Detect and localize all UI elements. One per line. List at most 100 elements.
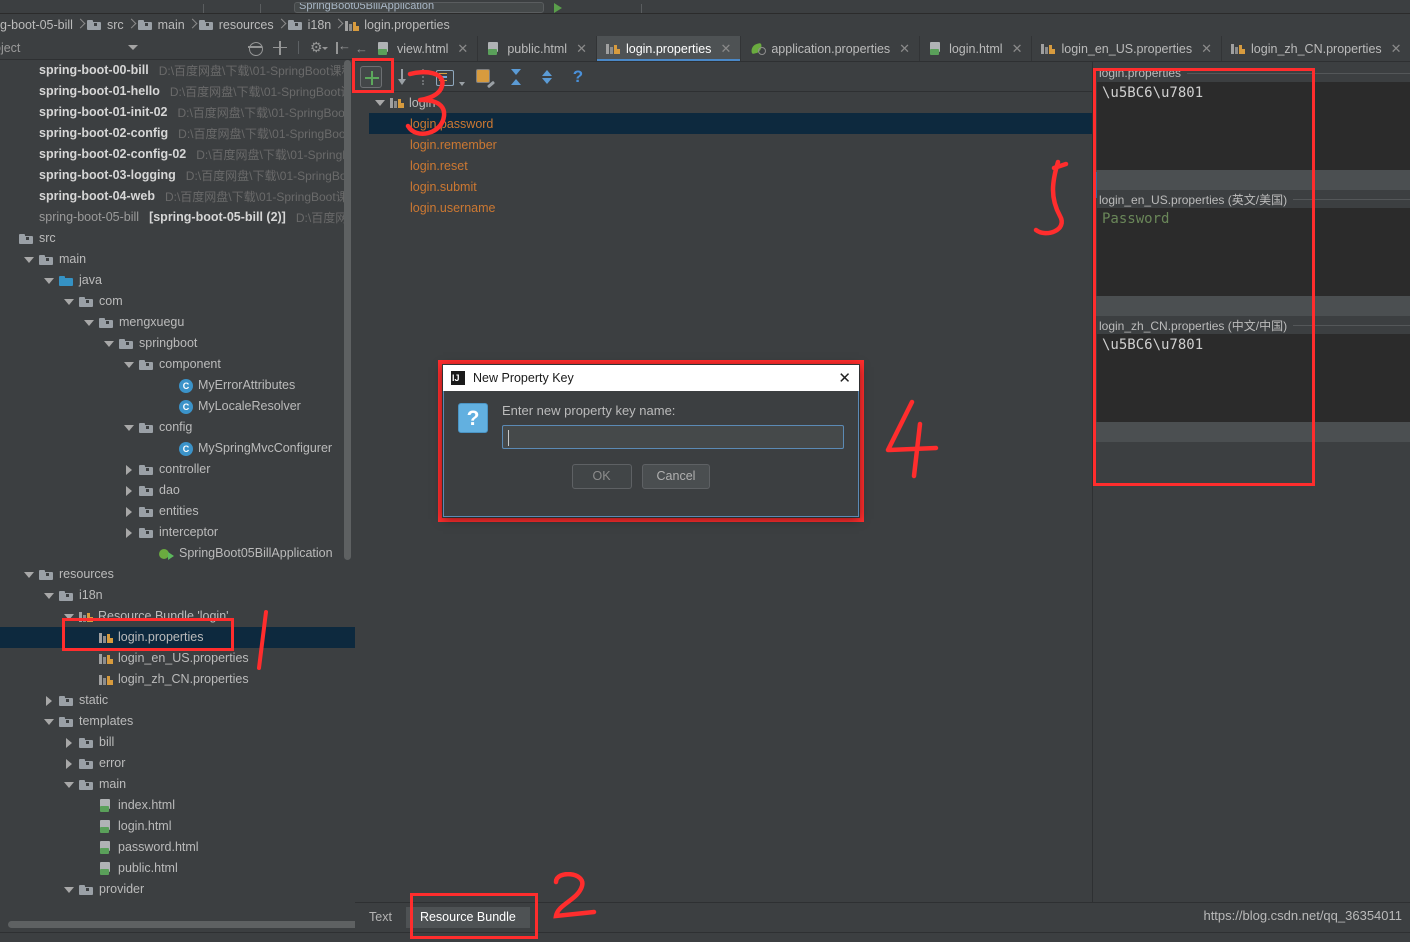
tree-row[interactable]: templates [0, 711, 355, 732]
close-icon[interactable]: ✕ [457, 42, 468, 55]
tree-row[interactable]: public.html [0, 858, 355, 879]
tree-row[interactable]: login_zh_CN.properties [0, 669, 355, 690]
tree-row[interactable]: SpringBoot05BillApplication [0, 543, 355, 564]
tree-row[interactable]: login_en_US.properties [0, 648, 355, 669]
ok-button[interactable]: OK [571, 464, 632, 489]
tree-row[interactable]: main [0, 774, 355, 795]
sort-descending-icon[interactable] [391, 66, 413, 88]
tree-row[interactable]: spring-boot-00-bill D:\百度网盘\下载\01-SpringB… [0, 60, 355, 81]
chevron-down-icon[interactable] [43, 716, 54, 727]
chevron-right-icon[interactable] [123, 485, 134, 496]
tree-row[interactable]: main [0, 249, 355, 270]
tree-row[interactable]: login.html [0, 816, 355, 837]
search-everywhere-icon[interactable] [698, 4, 711, 13]
close-icon[interactable]: ✕ [899, 42, 910, 55]
tree-row[interactable]: java [0, 270, 355, 291]
property-key-input[interactable] [502, 425, 844, 449]
chevron-down-icon[interactable] [83, 317, 94, 328]
property-key-row[interactable]: login.submit [369, 176, 1093, 197]
cancel-button[interactable]: Cancel [641, 464, 711, 489]
settings-gear-icon[interactable] [310, 39, 328, 56]
view-tab-text[interactable]: Text [355, 907, 406, 928]
tree-row[interactable]: entities [0, 501, 355, 522]
tree-row[interactable]: interceptor [0, 522, 355, 543]
tree-row[interactable]: i18n [0, 585, 355, 606]
chevron-down-icon[interactable] [43, 275, 54, 286]
tree-row[interactable]: dao [0, 480, 355, 501]
property-key-row[interactable]: login.reset [369, 155, 1093, 176]
chevron-right-icon[interactable] [63, 758, 74, 769]
editor-tab-login-html[interactable]: login.html ✕ [920, 36, 1033, 61]
build-icon[interactable] [271, 4, 284, 13]
run-icon[interactable] [554, 3, 562, 13]
chevron-down-icon[interactable] [63, 884, 74, 895]
stop-icon[interactable] [618, 4, 631, 13]
tree-row[interactable]: spring-boot-03-logging D:\百度网盘\下载\01-Spri… [0, 165, 355, 186]
chevron-right-icon[interactable] [63, 737, 74, 748]
tree-row[interactable]: static [0, 690, 355, 711]
hide-panel-icon[interactable] [335, 38, 351, 55]
tree-row[interactable]: resources [0, 564, 355, 585]
project-tree-hscrollbar[interactable] [8, 921, 408, 928]
tree-row[interactable]: spring-boot-02-config-02 D:\百度网盘\下载\01-Sp… [0, 144, 355, 165]
close-icon[interactable]: ✕ [1201, 42, 1212, 55]
run-configuration-selector[interactable]: SpringBoot05BillApplication [294, 2, 544, 13]
toolbar-icon[interactable] [180, 4, 193, 13]
tree-row[interactable]: controller [0, 459, 355, 480]
breadcrumb-item-main[interactable]: main [137, 19, 189, 32]
collapse-all-icon[interactable] [248, 41, 263, 56]
tree-row[interactable]: com [0, 291, 355, 312]
close-icon[interactable]: ✕ [838, 371, 851, 386]
chevron-right-icon[interactable] [123, 527, 134, 538]
breadcrumb-item-project[interactable]: g-boot-05-bill [0, 19, 77, 32]
tree-row[interactable]: spring-boot-01-hello D:\百度网盘\下载\01-Spring… [0, 81, 355, 102]
chevron-down-icon[interactable] [63, 296, 74, 307]
tree-row[interactable]: src [0, 228, 355, 249]
tree-row[interactable]: spring-boot-04-web D:\百度网盘\下载\01-SpringBo… [0, 186, 355, 207]
help-icon[interactable]: ? [567, 66, 589, 88]
chevron-down-icon[interactable] [103, 338, 114, 349]
tree-row[interactable]: C MySpringMvcConfigurer [0, 438, 355, 459]
project-tree-scrollbar[interactable] [344, 60, 351, 560]
settings-icon[interactable] [652, 4, 665, 13]
tree-row[interactable]: C MyLocaleResolver [0, 396, 355, 417]
tree-row[interactable]: error [0, 753, 355, 774]
tree-row[interactable]: bill [0, 732, 355, 753]
tree-row[interactable]: mengxuegu [0, 312, 355, 333]
project-tree[interactable]: spring-boot-00-bill D:\百度网盘\下载\01-SpringB… [0, 60, 355, 922]
chevron-down-icon[interactable] [23, 569, 34, 580]
chevron-down-icon[interactable] [459, 82, 465, 86]
tree-row[interactable]: provider [0, 879, 355, 900]
property-key-row[interactable]: login.username [369, 197, 1093, 218]
chevron-down-icon[interactable] [128, 45, 139, 50]
expand-all-icon[interactable] [273, 40, 287, 55]
back-icon[interactable] [214, 4, 227, 13]
property-key-row[interactable]: login.remember [369, 134, 1093, 155]
tree-row[interactable]: spring-boot-02-config D:\百度网盘\下载\01-Sprin… [0, 123, 355, 144]
group-by-icon[interactable] [433, 66, 455, 88]
breadcrumb-item-i18n[interactable]: i18n [287, 19, 336, 32]
chevron-down-icon[interactable] [63, 779, 74, 790]
expand-all-icon[interactable] [505, 66, 527, 88]
tree-row[interactable]: config [0, 417, 355, 438]
chevron-down-icon[interactable] [374, 97, 385, 108]
debug-icon[interactable] [572, 4, 585, 13]
property-key-row-selected[interactable]: login.password [369, 113, 1093, 134]
sync-icon[interactable] [675, 4, 688, 13]
close-icon[interactable]: ✕ [720, 42, 731, 55]
close-icon[interactable]: ✕ [576, 42, 587, 55]
settings-wrench-icon[interactable] [474, 66, 496, 88]
close-icon[interactable]: ✕ [1391, 42, 1402, 55]
editor-tab-login-zh-cn-properties[interactable]: login_zh_CN.properties ✕ [1222, 36, 1410, 61]
breadcrumb-item-resources[interactable]: resources [198, 19, 278, 32]
coverage-icon[interactable] [595, 4, 608, 13]
tree-row[interactable]: springboot [0, 333, 355, 354]
breadcrumb-item-file[interactable]: login.properties [345, 19, 453, 32]
breadcrumb-item-src[interactable]: src [86, 19, 128, 32]
property-bundle-row[interactable]: login [369, 92, 1093, 113]
chevron-down-icon[interactable] [23, 254, 34, 265]
chevron-right-icon[interactable] [123, 506, 134, 517]
tree-row[interactable]: C MyErrorAttributes [0, 375, 355, 396]
tree-row[interactable]: index.html [0, 795, 355, 816]
chevron-down-icon[interactable] [43, 590, 54, 601]
